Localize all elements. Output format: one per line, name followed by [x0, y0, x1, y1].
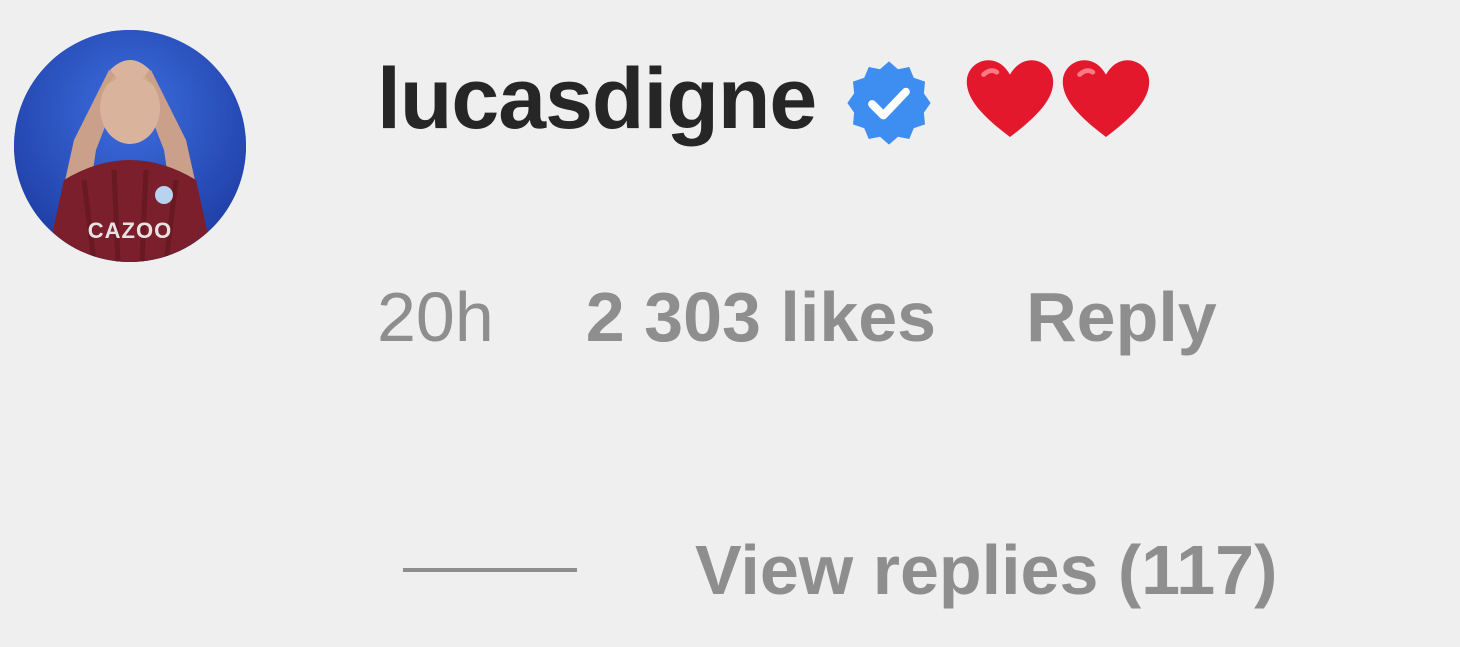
svg-text:CAZOO: CAZOO	[88, 218, 172, 243]
avatar[interactable]: CAZOO	[14, 30, 246, 262]
verified-badge-icon	[847, 61, 931, 145]
replies-divider-line	[403, 568, 577, 572]
view-replies-button[interactable]: View replies (117)	[403, 525, 1277, 615]
comment-text	[962, 53, 1154, 149]
likes-count-link[interactable]: 2 303 likes	[586, 282, 936, 352]
comment-timestamp[interactable]: 20h	[377, 282, 494, 352]
comment: CAZOO lucasdigne 20h 2 303 likes Reply V…	[0, 0, 1460, 647]
username-link[interactable]: lucasdigne	[377, 56, 817, 142]
view-replies-label: View replies (117)	[695, 531, 1278, 609]
comment-header: lucasdigne	[377, 44, 1154, 154]
avatar-image: CAZOO	[14, 30, 246, 262]
heart-emoji-icon	[967, 60, 1054, 138]
heart-emoji-icon	[1063, 60, 1150, 138]
reply-button[interactable]: Reply	[1026, 282, 1217, 352]
comment-meta: 20h 2 303 likes Reply	[377, 272, 1217, 362]
